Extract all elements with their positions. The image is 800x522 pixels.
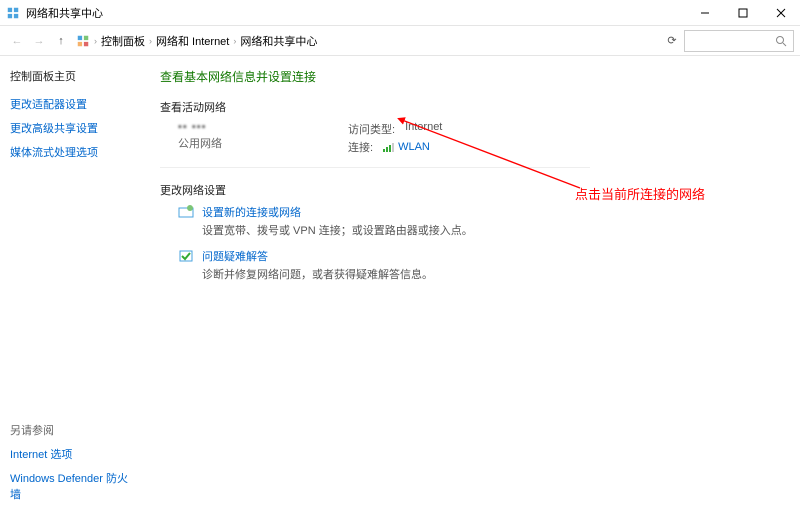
page-heading: 查看基本网络信息并设置连接	[160, 68, 780, 85]
sidebar-link-firewall[interactable]: Windows Defender 防火墙	[10, 470, 130, 502]
chevron-right-icon: ›	[149, 36, 152, 46]
main-panel: 查看基本网络信息并设置连接 查看活动网络 ▪▪ ▪▪▪ 公用网络 访问类型: I…	[140, 56, 800, 522]
network-type: 公用网络	[178, 135, 348, 151]
breadcrumb-item[interactable]: 控制面板	[101, 33, 145, 49]
minimize-button[interactable]	[686, 0, 724, 26]
chevron-right-icon: ›	[94, 36, 97, 46]
task-desc: 诊断并修复网络问题，或者获得疑难解答信息。	[202, 266, 433, 282]
task-new-connection: 设置新的连接或网络 设置宽带、拨号或 VPN 连接；或设置路由器或接入点。	[160, 204, 780, 238]
maximize-button[interactable]	[724, 0, 762, 26]
titlebar: 网络和共享中心	[0, 0, 800, 26]
breadcrumb-item[interactable]: 网络和共享中心	[240, 33, 317, 49]
sidebar-link-adapter[interactable]: 更改适配器设置	[10, 96, 130, 112]
refresh-button[interactable]: ⟳	[660, 34, 684, 47]
connection-label: 连接:	[348, 139, 373, 155]
app-icon	[6, 6, 20, 20]
breadcrumb: 控制面板 › 网络和 Internet › 网络和共享中心	[101, 33, 660, 49]
close-button[interactable]	[762, 0, 800, 26]
connection-value: WLAN	[398, 141, 430, 153]
troubleshoot-icon	[178, 248, 194, 264]
control-panel-home-link[interactable]: 控制面板主页	[10, 68, 130, 84]
annotation-text: 点击当前所连接的网络	[575, 184, 705, 203]
chevron-right-icon: ›	[233, 36, 236, 46]
sidebar-link-sharing[interactable]: 更改高级共享设置	[10, 120, 130, 136]
task-link[interactable]: 问题疑难解答	[202, 248, 433, 264]
sidebar-link-media[interactable]: 媒体流式处理选项	[10, 144, 130, 160]
forward-button[interactable]: →	[28, 30, 50, 52]
task-link[interactable]: 设置新的连接或网络	[202, 204, 473, 220]
back-button[interactable]: ←	[6, 30, 28, 52]
access-type-label: 访问类型:	[348, 121, 395, 137]
new-connection-icon	[178, 204, 194, 220]
navbar: ← → ↑ › 控制面板 › 网络和 Internet › 网络和共享中心 ⟳	[0, 26, 800, 56]
connection-link[interactable]: WLAN	[383, 139, 430, 155]
up-button[interactable]: ↑	[50, 30, 72, 52]
active-networks-section: ▪▪ ▪▪▪ 公用网络 访问类型: Internet 连接: WLAN	[160, 121, 590, 168]
network-name: ▪▪ ▪▪▪	[178, 121, 348, 133]
window-title: 网络和共享中心	[26, 5, 686, 21]
task-desc: 设置宽带、拨号或 VPN 连接；或设置路由器或接入点。	[202, 222, 473, 238]
wifi-signal-icon	[383, 142, 395, 152]
breadcrumb-icon	[76, 34, 90, 48]
access-type-value: Internet	[405, 121, 442, 137]
task-troubleshoot: 问题疑难解答 诊断并修复网络问题，或者获得疑难解答信息。	[160, 248, 780, 282]
search-input[interactable]	[684, 30, 794, 52]
sidebar-link-internet-options[interactable]: Internet 选项	[10, 446, 130, 462]
see-also-label: 另请参阅	[10, 422, 130, 438]
active-networks-label: 查看活动网络	[160, 99, 780, 115]
sidebar: 控制面板主页 更改适配器设置 更改高级共享设置 媒体流式处理选项 另请参阅 In…	[0, 56, 140, 522]
search-icon	[775, 35, 787, 47]
breadcrumb-item[interactable]: 网络和 Internet	[156, 33, 229, 49]
